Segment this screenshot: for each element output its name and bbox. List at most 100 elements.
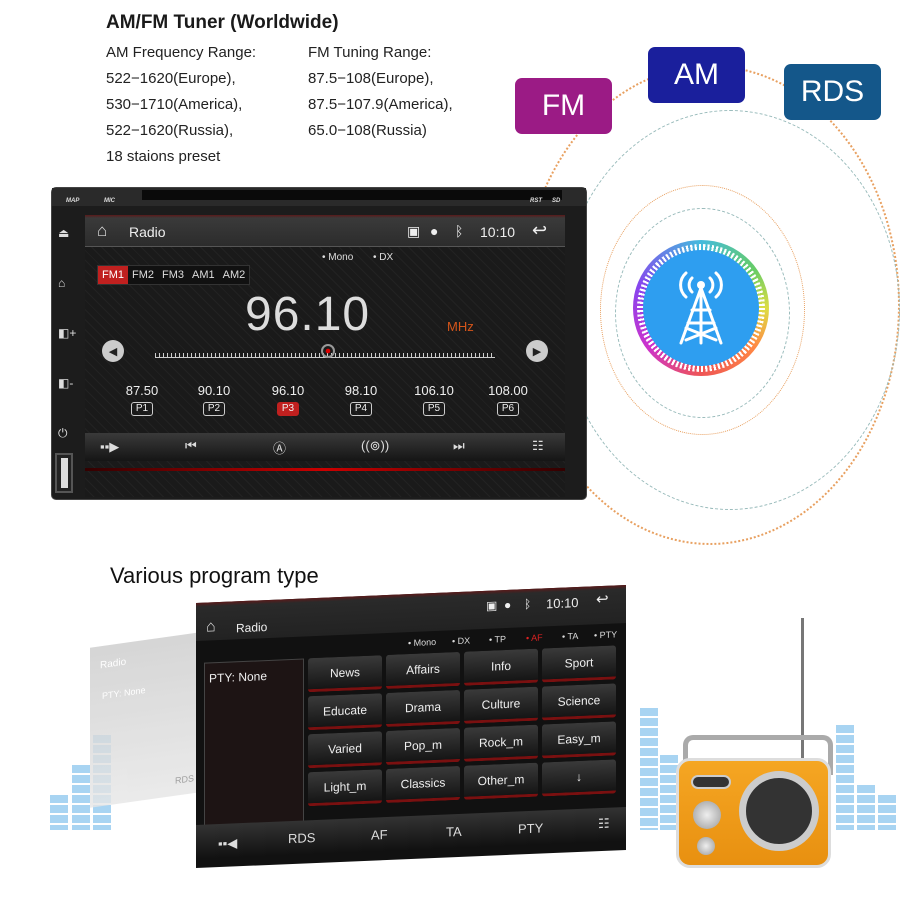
ghost-pty: PTY: None xyxy=(102,684,146,702)
screen-title: Radio xyxy=(236,620,268,636)
bluetooth-icon: ᛒ xyxy=(524,596,532,612)
pty-drama[interactable]: Drama xyxy=(386,689,460,728)
preset-p5[interactable]: 106.10 P5 xyxy=(409,383,459,416)
band-am2[interactable]: AM2 xyxy=(219,266,250,284)
rds-pty-screen: ⌂ Radio ▣ ● ᛒ 10:10 ↩ • Mono • DX • TP •… xyxy=(196,584,626,868)
tuning-needle[interactable] xyxy=(321,344,335,358)
arrow-right-icon: ▶ xyxy=(532,345,542,358)
pty-rock[interactable]: Rock_m xyxy=(464,724,538,762)
pty-easy[interactable]: Easy_m xyxy=(542,721,616,759)
pty-affairs[interactable]: Affairs xyxy=(386,651,460,690)
preset-freq: 90.10 xyxy=(197,383,231,398)
location-icon: ● xyxy=(430,223,439,239)
next-icon[interactable]: ⏭ xyxy=(453,438,465,454)
pty-news[interactable]: News xyxy=(308,655,382,693)
seek-forward-button[interactable]: ▶ xyxy=(526,340,548,362)
am-line: 530−1710(America), xyxy=(106,96,243,113)
preset-p3[interactable]: 96.10 P3 xyxy=(263,383,313,416)
band-fm3[interactable]: FM3 xyxy=(158,266,188,284)
mode-dx[interactable]: • DX xyxy=(452,636,470,647)
collapse-menu-icon[interactable]: ▪▪◀ xyxy=(218,835,237,852)
pty-info[interactable]: Info xyxy=(464,648,538,686)
ghost-screen: Radio PTY: None RDS xyxy=(90,632,200,808)
pty-sport[interactable]: Sport xyxy=(542,645,616,683)
scroll-down-button[interactable]: ↓ xyxy=(542,759,616,797)
spec-title: AM/FM Tuner (Worldwide) xyxy=(106,12,339,33)
eq-bar xyxy=(72,765,90,830)
fm-range-block: FM Tuning Range: 87.5−108(Europe), 87.5−… xyxy=(308,40,453,144)
am-line: 522−1620(Europe), xyxy=(106,70,236,87)
mode-mono[interactable]: • Mono xyxy=(408,637,436,648)
preset-p2[interactable]: 90.10 P2 xyxy=(189,383,239,416)
pty-science[interactable]: Science xyxy=(542,683,616,721)
rds-button[interactable]: RDS xyxy=(288,830,315,846)
mode-dx[interactable]: • DX xyxy=(373,252,393,263)
back-icon[interactable]: ↩ xyxy=(532,220,547,241)
previous-icon[interactable]: ⏮ xyxy=(185,438,197,454)
eq-bar xyxy=(836,725,854,830)
af-button[interactable]: AF xyxy=(371,827,388,843)
home-icon[interactable]: ⌂ xyxy=(97,221,107,241)
ta-button[interactable]: TA xyxy=(446,824,462,840)
band-fm1[interactable]: FM1 xyxy=(98,266,128,284)
fm-line: 87.5−108(Europe), xyxy=(308,70,434,87)
preset-freq: 96.10 xyxy=(271,383,305,398)
radio-dial-window xyxy=(691,775,731,789)
preset-p6[interactable]: 108.00 P6 xyxy=(483,383,533,416)
mode-ta[interactable]: • TA xyxy=(562,631,578,642)
eject-icon[interactable]: ⏏ xyxy=(58,226,69,240)
band-fm2[interactable]: FM2 xyxy=(128,266,158,284)
volume-up-icon[interactable]: ◧+ xyxy=(58,326,76,340)
pty-culture[interactable]: Culture xyxy=(464,686,538,724)
home-icon[interactable]: ⌂ xyxy=(206,618,216,636)
screen-header: ⌂ Radio ▣ ● ᛒ 10:10 ↩ xyxy=(85,215,565,247)
auto-search-icon[interactable]: Ⓐ xyxy=(273,438,286,457)
mode-pty[interactable]: • PTY xyxy=(594,629,617,640)
mode-mono[interactable]: • Mono xyxy=(322,252,353,263)
disc-slot-bar: MAP MIC RST SD xyxy=(52,188,586,206)
expand-menu-icon[interactable]: ▪▪▶ xyxy=(100,439,119,455)
screen-title: Radio xyxy=(129,224,166,240)
pty-other[interactable]: Other_m xyxy=(464,762,538,800)
preset-label: P1 xyxy=(130,402,154,416)
preset-p4[interactable]: 98.10 P4 xyxy=(336,383,386,416)
fm-heading: FM Tuning Range: xyxy=(308,44,432,61)
preset-label: P2 xyxy=(202,402,226,416)
equalizer-icon[interactable]: ☷ xyxy=(532,438,544,454)
sd-card-icon: ▣ xyxy=(486,598,498,613)
mode-tp[interactable]: • TP xyxy=(489,634,506,645)
eq-bar xyxy=(640,708,658,830)
frequency-unit: MHz xyxy=(447,319,474,334)
equalizer-icon[interactable]: ☷ xyxy=(598,816,610,832)
preset-p1[interactable]: 87.50 P1 xyxy=(117,383,167,416)
fm-badge: FM xyxy=(515,78,612,134)
back-icon[interactable]: ↩ xyxy=(596,590,609,609)
preset-label: P3 xyxy=(276,402,300,416)
broadcast-icon[interactable]: ((⊚)) xyxy=(361,438,389,454)
bluetooth-icon: ᛒ xyxy=(455,223,464,239)
am-badge: AM xyxy=(648,47,745,103)
pty-info-panel: PTY: None xyxy=(204,658,304,828)
mic-label: MIC xyxy=(104,198,115,204)
pty-pop[interactable]: Pop_m xyxy=(386,727,460,766)
home-icon[interactable]: ⌂ xyxy=(58,276,65,290)
band-am1[interactable]: AM1 xyxy=(188,266,219,284)
am-line: 522−1620(Russia), xyxy=(106,122,234,139)
pty-educate[interactable]: Educate xyxy=(308,693,382,731)
pty-light[interactable]: Light_m xyxy=(308,769,382,807)
accent-line xyxy=(85,468,565,471)
clock: 10:10 xyxy=(480,224,516,240)
preset-label: P6 xyxy=(496,402,520,416)
pty-varied[interactable]: Varied xyxy=(308,731,382,769)
usb-slot xyxy=(60,458,68,488)
frequency-display: 96.10 xyxy=(245,288,371,341)
seek-back-button[interactable]: ◀ xyxy=(102,340,124,362)
am-line: 18 staions preset xyxy=(106,148,221,165)
power-icon[interactable]: ⏻ xyxy=(58,426,68,441)
radio-speaker xyxy=(739,771,819,851)
pty-button[interactable]: PTY xyxy=(518,820,543,836)
pty-classics[interactable]: Classics xyxy=(386,765,460,804)
mode-af[interactable]: • AF xyxy=(526,632,543,643)
volume-down-icon[interactable]: ◧- xyxy=(58,376,73,390)
eq-bar xyxy=(50,795,68,830)
